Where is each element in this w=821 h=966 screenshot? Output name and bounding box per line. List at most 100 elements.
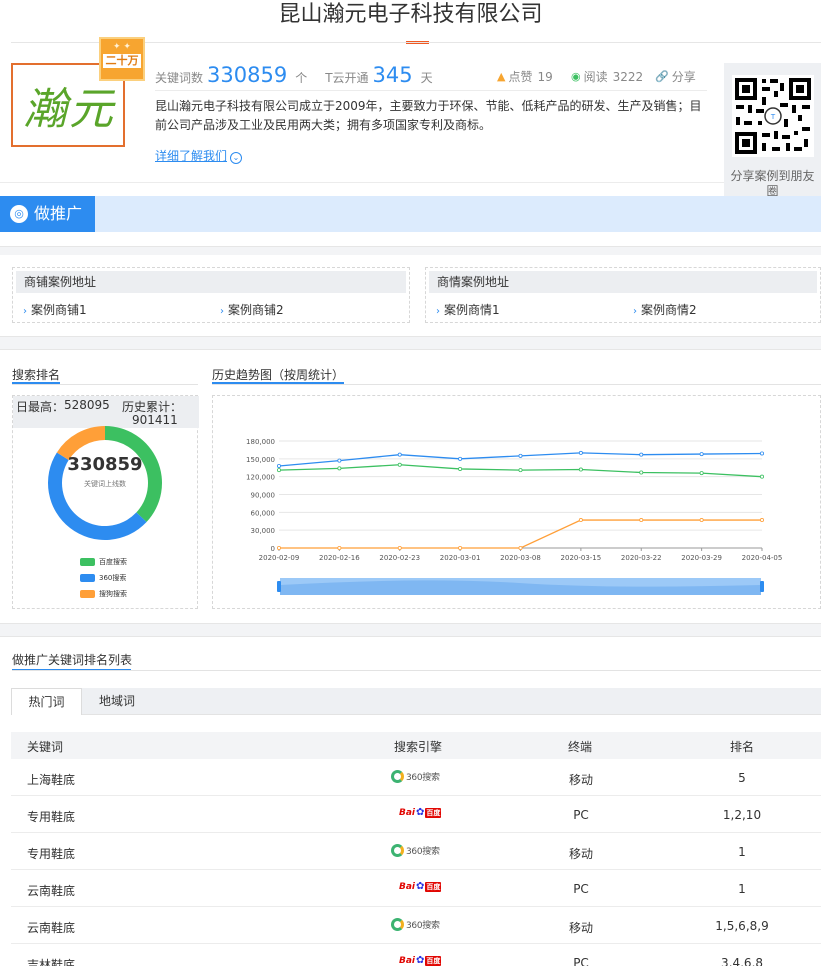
data-point[interactable]	[518, 453, 523, 458]
keywords-label: 关键词数	[155, 71, 204, 85]
shop-case-link-label: 案例商铺2	[228, 303, 284, 317]
learn-more-link[interactable]: 详细了解我们 ⌄	[155, 147, 243, 164]
tab-region-keywords[interactable]: 地域词	[82, 688, 152, 715]
zoom-handle-right[interactable]	[760, 581, 764, 592]
data-point[interactable]	[760, 474, 765, 479]
qr-code-icon[interactable]: T	[732, 75, 814, 157]
data-point[interactable]	[277, 468, 282, 473]
data-point[interactable]	[337, 545, 342, 550]
y-tick-label: 30,000	[251, 527, 276, 535]
engine-360-text: 360搜索	[406, 773, 440, 783]
rank-cell: 1,2,10	[722, 808, 762, 822]
y-tick-label: 90,000	[251, 492, 276, 500]
data-point[interactable]	[518, 468, 523, 473]
chevron-down-icon: ⌄	[230, 152, 243, 164]
tabbar-bottom-rule	[82, 714, 821, 715]
level-badge: ✦ ✦ 二十万	[99, 37, 145, 81]
tcloud-label: T云开通	[325, 71, 369, 85]
x-tick-label: 2020-04-05	[742, 554, 783, 562]
badge-label: 二十万	[103, 54, 141, 68]
keyword-cell: 专用鞋底	[27, 847, 76, 861]
zoom-handle-left[interactable]	[277, 581, 281, 592]
chevron-right-icon: ›	[436, 306, 440, 317]
data-point[interactable]	[699, 452, 704, 457]
baidu-paw-icon: ✿	[416, 807, 425, 818]
data-point[interactable]	[277, 463, 282, 468]
legend-swatch	[80, 558, 95, 566]
data-point[interactable]	[578, 467, 583, 472]
engine-360-icon: 360搜索	[391, 918, 440, 931]
link-icon: 🔗	[655, 70, 669, 83]
baidu-paw-icon: ✿	[416, 881, 425, 892]
data-point[interactable]	[639, 452, 644, 457]
tcloud-unit: 天	[420, 71, 433, 85]
data-point[interactable]	[639, 518, 644, 523]
baidu-paw-icon: ✿	[416, 955, 425, 966]
engine-360-icon: 360搜索	[391, 770, 440, 783]
baidu-du-text: 百度	[425, 807, 442, 818]
header-divider	[0, 182, 724, 183]
shop-case-link-label: 案例商铺1	[31, 303, 87, 317]
keyword-cell: 云南鞋底	[27, 884, 76, 898]
x-tick-label: 2020-03-08	[500, 554, 541, 562]
y-tick-label: 120,000	[246, 474, 275, 482]
svg-text:T: T	[770, 113, 776, 121]
broadcast-icon: ◎	[10, 205, 28, 223]
chevron-right-icon: ›	[23, 306, 27, 317]
like-button[interactable]: ▲ 点赞 19	[497, 68, 553, 85]
tab-underline	[12, 384, 198, 385]
keyword-cell: 专用鞋底	[27, 810, 76, 824]
info-case-link-2[interactable]: › 案例商情2	[633, 301, 697, 318]
legend-item: 搜狗搜索	[80, 589, 127, 599]
data-point[interactable]	[760, 518, 765, 523]
baidu-bai-text: Bai	[399, 881, 416, 892]
tab-history-trend[interactable]: 历史趋势图（按周统计）	[212, 366, 344, 383]
data-point[interactable]	[639, 470, 644, 475]
qr-share-panel: T 分享案例到朋友圈	[724, 63, 821, 215]
info-case-link-1[interactable]: › 案例商情1	[436, 301, 500, 318]
data-point[interactable]	[458, 466, 463, 471]
x-tick-label: 2020-02-16	[319, 554, 360, 562]
col-header-engine: 搜索引擎	[394, 740, 443, 754]
x-tick-label: 2020-03-01	[440, 554, 481, 562]
shop-case-link-1[interactable]: › 案例商铺1	[23, 301, 87, 318]
shop-case-link-2[interactable]: › 案例商铺2	[220, 301, 284, 318]
keyword-cell: 上海鞋底	[27, 773, 76, 787]
data-point[interactable]	[397, 545, 402, 550]
data-point[interactable]	[397, 462, 402, 467]
trend-line-chart: 0 30,000 60,000 90,000 120,000 150,000 180,000…	[246, 438, 783, 595]
section-gap	[0, 337, 821, 349]
company-description: 昆山瀚元电子科技有限公司成立于2009年，主要致力于环保、节能、低耗产品的研发、…	[155, 99, 702, 132]
data-point[interactable]	[397, 452, 402, 457]
data-point[interactable]	[337, 458, 342, 463]
tab-search-ranking[interactable]: 搜索排名	[12, 366, 60, 383]
stats-divider	[155, 90, 707, 91]
learn-more-label: 详细了解我们	[155, 149, 228, 163]
info-case-title: 商情案例地址	[429, 271, 817, 293]
ring-360-icon	[391, 918, 404, 931]
data-point[interactable]	[578, 450, 583, 455]
share-button[interactable]: 🔗 分享	[655, 68, 696, 85]
chevron-right-icon: ›	[633, 306, 637, 317]
data-point[interactable]	[518, 545, 523, 550]
tab-hot-keywords[interactable]: 热门词	[11, 688, 82, 715]
y-tick-label: 150,000	[246, 456, 275, 464]
data-point[interactable]	[337, 466, 342, 471]
ring-360-icon	[391, 844, 404, 857]
data-point[interactable]	[760, 451, 765, 456]
rank-cell: 3,4,6,8	[721, 956, 763, 966]
data-point[interactable]	[699, 471, 704, 476]
y-tick-label: 60,000	[251, 509, 276, 517]
data-point[interactable]	[458, 456, 463, 461]
rank-cell: 1	[738, 845, 746, 859]
tcloud-days: 345	[372, 63, 413, 87]
donut-center: 330859 关键词上线数	[49, 454, 161, 489]
data-point[interactable]	[277, 545, 282, 550]
x-tick-label: 2020-03-15	[561, 554, 602, 562]
data-point[interactable]	[699, 518, 704, 523]
logo-text: 瀚元	[23, 84, 115, 135]
y-tick-label: 180,000	[246, 438, 275, 446]
col-header-keyword: 关键词	[27, 740, 64, 754]
data-point[interactable]	[578, 518, 583, 523]
data-point[interactable]	[458, 545, 463, 550]
